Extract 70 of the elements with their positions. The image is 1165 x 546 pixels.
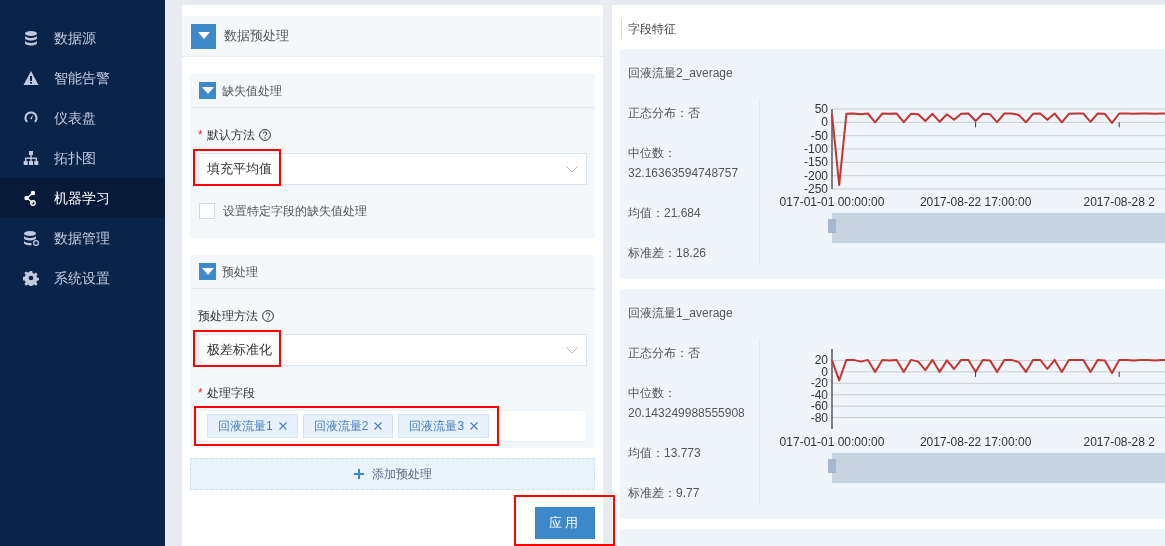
- sidebar-item[interactable]: 数据源: [0, 18, 165, 58]
- section-title: 缺失值处理: [222, 82, 282, 100]
- tick-mark: [1118, 121, 1120, 128]
- caret-down-icon: [201, 267, 214, 276]
- collapse-toggle[interactable]: [199, 82, 216, 99]
- caret-down-icon: [197, 32, 210, 40]
- sidebar-item[interactable]: 智能告警: [0, 58, 165, 98]
- axis-label: 2017-08-22 17:00:00: [919, 435, 1032, 449]
- database-icon: [23, 30, 39, 46]
- collapse-toggle[interactable]: [191, 23, 216, 49]
- panel-title: 数据预处理: [224, 27, 289, 46]
- field-tag[interactable]: 回液流量3: [398, 414, 490, 438]
- close-icon[interactable]: [470, 422, 479, 430]
- axis-label: -150: [803, 155, 828, 170]
- stat-text: 标准差：18.26: [628, 245, 708, 262]
- field-label: 预处理方法: [198, 308, 258, 325]
- close-icon[interactable]: [374, 422, 383, 430]
- nodes-icon: [23, 190, 39, 206]
- chevron-down-icon: [566, 165, 578, 173]
- sidebar-item[interactable]: 系统设置: [0, 258, 165, 298]
- tick-mark: [975, 371, 977, 378]
- stat-text: 中位数： 32.16363594748757: [628, 145, 740, 182]
- panel-title: 字段特征: [628, 21, 676, 38]
- axis-label: 2017-08-22 17:00:00: [919, 195, 1032, 209]
- card-title: 回液流量2_average: [628, 65, 734, 82]
- chevron-down-icon: [566, 346, 578, 354]
- axis-label: 0: [821, 115, 828, 130]
- axis-label: 2017-08-28 2: [1083, 195, 1155, 209]
- axis-label: -250: [803, 182, 828, 196]
- field-label: 默认方法: [206, 127, 255, 144]
- axis-label: 017-01-01 00:00:00: [779, 195, 885, 209]
- axis-label: 50: [814, 102, 828, 116]
- settings-icon: [23, 270, 39, 286]
- warning-icon: [23, 70, 39, 86]
- sidebar-item[interactable]: 机器学习: [0, 178, 165, 218]
- stat-text: 均值：13.773: [628, 445, 702, 462]
- stat-text: 中位数： 20.143249988555908: [628, 385, 746, 422]
- axis-label: 017-01-01 00:00:00: [779, 435, 885, 449]
- field-tag[interactable]: 回液流量2: [302, 414, 394, 438]
- tick-mark: [1118, 371, 1120, 378]
- checkbox-label: 设置特定字段的缺失值处理: [223, 203, 367, 220]
- checkbox[interactable]: [199, 203, 215, 219]
- caret-down-icon: [201, 86, 214, 95]
- tick-mark: [975, 121, 977, 128]
- stat-text: 正态分布：否: [628, 105, 701, 122]
- axis-label: 2017-08-28 2: [1083, 435, 1155, 449]
- sidebar-item[interactable]: 仪表盘: [0, 98, 165, 138]
- collapse-toggle[interactable]: [199, 263, 216, 280]
- select-field[interactable]: 填充平均值: [198, 153, 587, 185]
- close-icon[interactable]: [278, 422, 287, 430]
- sidebar-item[interactable]: 数据管理: [0, 218, 165, 258]
- stat-text: 正态分布：否: [628, 345, 701, 362]
- add-preprocess-button[interactable]: 添加预处理: [190, 458, 595, 490]
- section-title: 预处理: [222, 263, 258, 281]
- stat-text: 均值：21.684: [628, 205, 702, 222]
- hierarchy-icon: [23, 150, 39, 166]
- card-title: 回液流量1_average: [628, 305, 734, 322]
- field-label: 处理字段: [206, 385, 255, 402]
- apply-button[interactable]: 应用: [535, 507, 595, 539]
- sidebar-item[interactable]: 拓扑图: [0, 138, 165, 178]
- axis-label: -100: [803, 142, 828, 156]
- stat-text: 标准差：9.77: [628, 485, 701, 502]
- database-gear-icon: [23, 230, 39, 246]
- axis-label: -200: [803, 168, 828, 183]
- select-field[interactable]: 极差标准化: [198, 334, 587, 366]
- field-tag[interactable]: 回液流量1: [207, 414, 298, 438]
- required-mark: *: [198, 127, 203, 144]
- axis-label: -50: [810, 128, 828, 143]
- required-mark: *: [198, 385, 203, 402]
- plus-icon: [353, 469, 364, 479]
